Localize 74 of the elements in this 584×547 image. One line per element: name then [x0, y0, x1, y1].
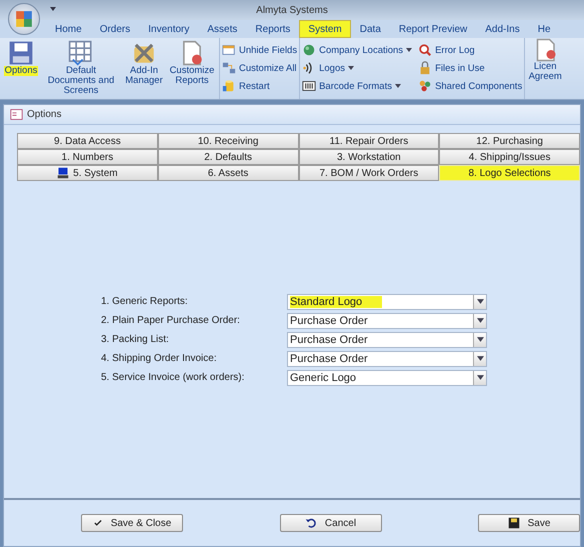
dropdown-arrow-icon — [476, 318, 484, 323]
dropdown-field[interactable]: Purchase Order — [287, 312, 487, 328]
dropdown-field[interactable]: Purchase Order — [287, 350, 487, 366]
ribbon-button[interactable]: Licen Agreem — [525, 38, 566, 99]
ribbon-tab[interactable]: Reports — [246, 20, 300, 38]
magnifier-icon — [418, 43, 432, 57]
options-tab[interactable]: 12. Purchasing — [439, 133, 580, 149]
lock-icon — [418, 61, 432, 75]
field-label: 3. Packing List: — [101, 333, 170, 347]
barcode-icon — [302, 79, 316, 93]
options-tab[interactable]: 7. BOM / Work Orders — [298, 165, 440, 181]
table-icon — [68, 40, 94, 66]
ribbon-command[interactable]: Files in Use — [418, 60, 522, 76]
options-tab[interactable]: 5. System — [17, 165, 158, 181]
field-label: 1. Generic Reports: — [101, 295, 189, 309]
check-icon — [92, 518, 103, 528]
ribbon-tab[interactable]: Orders — [90, 20, 140, 38]
dropdown-arrow-icon — [476, 375, 484, 380]
field-label: 2. Plain Paper Purchase Order: — [101, 314, 241, 328]
ribbon-command[interactable]: Unhide Fields — [222, 42, 298, 58]
caret-icon — [348, 66, 354, 70]
ribbon-tab[interactable]: Assets — [198, 20, 246, 38]
components-icon — [418, 79, 432, 93]
cylinder-icon — [222, 79, 236, 93]
grid-icon — [222, 61, 236, 75]
options-tab[interactable]: 4. Shipping/Issues — [439, 149, 580, 165]
dropdown-field[interactable]: Standard Logo — [287, 294, 487, 310]
window-title: Almyta Systems — [256, 4, 328, 16]
caret-icon — [406, 48, 412, 52]
ribbon-command[interactable]: Customize All — [222, 60, 298, 76]
ribbon-command[interactable]: Barcode Formats — [302, 78, 412, 94]
options-tab[interactable]: 2. Defaults — [158, 149, 298, 165]
field-label: 5. Service Invoice (work orders): — [101, 371, 246, 385]
ribbon-button[interactable]: Add-In Manager — [122, 40, 166, 97]
ribbon-tab[interactable]: Home — [46, 20, 91, 38]
ribbon-command[interactable]: Shared Components — [418, 78, 522, 94]
ribbon-button[interactable]: Customize Reports — [167, 40, 217, 97]
caret-icon[interactable] — [50, 7, 56, 11]
field-label: 4. Shipping Order Invoice: — [101, 352, 218, 366]
caret-icon — [394, 84, 401, 88]
dialog-button[interactable]: Save & Close — [81, 514, 183, 532]
dialog-button[interactable]: Save — [478, 514, 580, 532]
options-tab[interactable]: 6. Assets — [158, 165, 298, 181]
dropdown-field[interactable]: Purchase Order — [287, 332, 487, 348]
dropdown-arrow-icon — [476, 356, 484, 361]
globe-icon — [302, 43, 316, 57]
ribbon-button[interactable]: Default Documents and Screens — [41, 40, 121, 97]
options-tab[interactable]: 9. Data Access — [17, 133, 158, 149]
ribbon-tab[interactable]: Data — [350, 20, 390, 38]
options-tab[interactable]: 8. Logo Selections — [439, 165, 580, 181]
options-tab[interactable]: 11. Repair Orders — [298, 133, 440, 149]
ribbon-tab[interactable]: Inventory — [139, 20, 198, 38]
ribbon-tab[interactable]: Report Preview — [390, 20, 476, 38]
dropdown-arrow-icon — [476, 337, 484, 342]
form-icon — [10, 108, 23, 121]
ribbon-command[interactable]: Logos — [302, 60, 412, 76]
ribbon-tab[interactable]: Add-Ins — [476, 20, 529, 38]
ribbon-command[interactable]: Error Log — [418, 42, 522, 58]
window-icon — [222, 43, 236, 57]
dialog-button[interactable]: Cancel — [280, 514, 382, 532]
dialog-title: Options — [27, 109, 62, 120]
app-logo-icon[interactable] — [8, 3, 40, 35]
options-tab[interactable]: 3. Workstation — [298, 149, 440, 165]
options-tab[interactable]: 10. Receiving — [158, 133, 298, 149]
ribbon-button[interactable]: Options — [2, 40, 40, 97]
dropdown-field[interactable]: Generic Logo — [287, 370, 487, 386]
ribbon-tab[interactable]: System — [299, 20, 351, 38]
options-tab[interactable]: 1. Numbers — [17, 149, 158, 165]
dropdown-arrow-icon — [476, 299, 484, 304]
computer-icon — [57, 167, 70, 179]
undo-icon — [304, 517, 317, 529]
ribbon-tab[interactable]: He — [528, 20, 560, 38]
ribbon-command[interactable]: Company Locations — [302, 42, 412, 58]
ribbon-command[interactable]: Restart — [222, 78, 298, 94]
